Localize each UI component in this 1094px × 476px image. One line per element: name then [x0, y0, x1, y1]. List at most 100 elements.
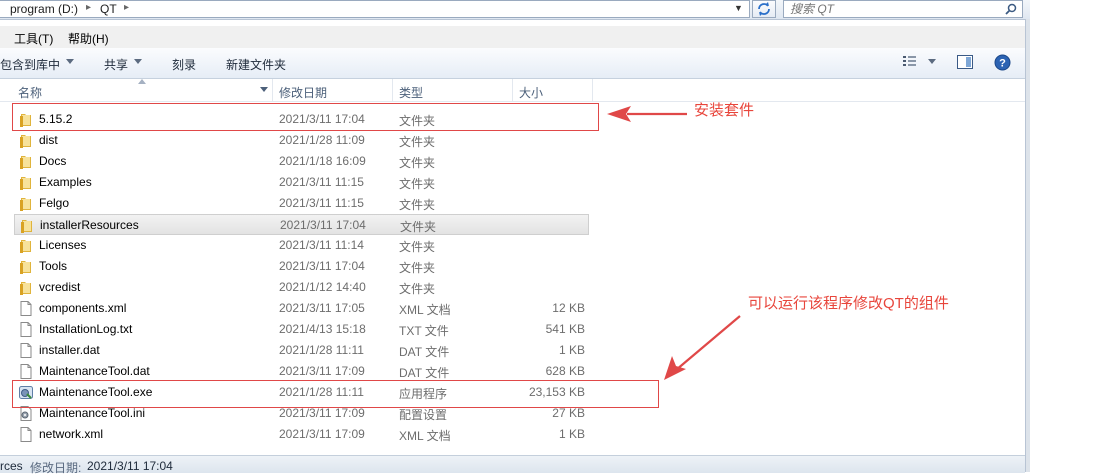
file-date: 2021/3/11 17:04	[279, 259, 365, 273]
file-size: 12 KB	[552, 301, 585, 315]
document-icon	[19, 364, 33, 379]
file-size: 27 KB	[552, 406, 585, 420]
file-name[interactable]: Felgo	[39, 196, 69, 210]
folder-icon	[19, 238, 33, 253]
folder-icon	[19, 259, 33, 274]
file-date: 2021/3/11 17:05	[279, 301, 365, 315]
file-row[interactable]: installerResources 2021/3/11 17:04 文件夹	[14, 214, 589, 235]
file-type: TXT 文件	[399, 324, 449, 338]
file-size: 1 KB	[558, 427, 585, 441]
file-type: 文件夹	[399, 156, 436, 170]
file-name[interactable]: MaintenanceTool.dat	[39, 364, 150, 378]
file-date: 2021/3/11 17:09	[279, 427, 365, 441]
column-name[interactable]: 名称	[18, 84, 42, 101]
file-name[interactable]: InstallationLog.txt	[39, 322, 132, 336]
file-row[interactable]: dist 2021/1/28 11:09 文件夹	[14, 130, 589, 151]
file-row[interactable]: network.xml 2021/3/11 17:09 XML 文档 1 KB	[14, 424, 589, 445]
file-type: 文件夹	[399, 240, 436, 254]
column-divider[interactable]	[512, 79, 513, 101]
file-type: XML 文档	[399, 303, 451, 317]
column-divider[interactable]	[392, 79, 393, 101]
settings-file-icon	[19, 406, 33, 421]
file-date: 2021/1/18 16:09	[279, 154, 366, 168]
file-row[interactable]: Licenses 2021/3/11 11:14 文件夹	[14, 235, 589, 256]
file-name[interactable]: installer.dat	[39, 343, 100, 357]
file-name[interactable]: Tools	[39, 259, 67, 273]
address-dropdown-icon[interactable]: ▼	[734, 3, 743, 13]
file-row[interactable]: Felgo 2021/3/11 11:15 文件夹	[14, 193, 589, 214]
search-box[interactable]	[783, 0, 1023, 18]
breadcrumb-separator-icon[interactable]: ▸	[124, 2, 129, 13]
file-row[interactable]: InstallationLog.txt 2021/4/13 15:18 TXT 文件…	[14, 319, 589, 340]
document-icon	[19, 427, 33, 442]
burn-button[interactable]: 刻录	[172, 56, 196, 73]
file-row[interactable]: MaintenanceTool.dat 2021/3/11 17:09 DAT 文件…	[14, 361, 589, 382]
file-date: 2021/3/11 17:09	[279, 406, 365, 420]
file-row[interactable]: Docs 2021/1/18 16:09 文件夹	[14, 151, 589, 172]
file-type: 文件夹	[400, 220, 437, 234]
file-name[interactable]: vcredist	[39, 280, 80, 294]
file-date: 2021/3/11 11:14	[279, 238, 364, 252]
menu-bar: 工具(T) 帮助(H)	[0, 26, 1030, 48]
chevron-down-icon[interactable]	[928, 59, 936, 64]
file-type: 文件夹	[399, 261, 436, 275]
chevron-down-icon[interactable]	[66, 59, 74, 64]
file-type: DAT 文件	[399, 345, 450, 359]
file-date: 2021/3/11 17:04	[280, 218, 366, 232]
search-icon[interactable]	[1005, 3, 1017, 15]
arrow-icon	[664, 315, 741, 380]
sort-ascending-icon	[138, 79, 146, 84]
column-type[interactable]: 类型	[399, 84, 423, 101]
file-row[interactable]: vcredist 2021/1/12 14:40 文件夹	[14, 277, 589, 298]
file-name[interactable]: installerResources	[40, 218, 139, 232]
file-name[interactable]: Docs	[39, 154, 66, 168]
file-type: XML 文档	[399, 429, 451, 443]
file-size: 628 KB	[545, 364, 585, 378]
include-in-library-button[interactable]: 包含到库中	[0, 56, 60, 73]
view-options-icon[interactable]	[902, 54, 918, 68]
column-size[interactable]: 大小	[519, 84, 543, 101]
file-name[interactable]: Licenses	[39, 238, 86, 252]
column-filter-icon[interactable]	[260, 87, 268, 92]
arrow-icon	[607, 106, 687, 122]
column-date[interactable]: 修改日期	[279, 84, 327, 101]
chevron-down-icon[interactable]	[134, 59, 142, 64]
highlight-box	[12, 103, 599, 131]
folder-icon	[20, 218, 34, 233]
file-size: 1 KB	[558, 343, 585, 357]
file-row[interactable]: installer.dat 2021/1/28 11:11 DAT 文件 1 KB	[14, 340, 589, 361]
breadcrumb-folder[interactable]: QT	[100, 2, 117, 16]
highlight-box	[12, 380, 659, 408]
file-row[interactable]: Tools 2021/3/11 17:04 文件夹	[14, 256, 589, 277]
menu-help[interactable]: 帮助(H)	[68, 30, 109, 47]
file-name[interactable]: dist	[39, 133, 58, 147]
preview-pane-icon[interactable]	[957, 54, 973, 70]
document-icon	[19, 301, 33, 316]
help-icon[interactable]: ?	[994, 54, 1011, 71]
status-modified-label: 修改日期:	[30, 461, 82, 475]
search-input[interactable]	[790, 2, 990, 16]
breadcrumb-drive[interactable]: program (D:)	[10, 2, 78, 16]
background-area	[1030, 0, 1094, 472]
file-type: 文件夹	[399, 198, 436, 212]
menu-tools[interactable]: 工具(T)	[14, 30, 53, 47]
share-button[interactable]: 共享	[104, 56, 128, 73]
file-name[interactable]: components.xml	[39, 301, 126, 315]
file-date: 2021/3/11 11:15	[279, 175, 364, 189]
column-divider[interactable]	[592, 79, 593, 101]
file-row[interactable]: Examples 2021/3/11 11:15 文件夹	[14, 172, 589, 193]
breadcrumb[interactable]: program (D:) ▸ QT ▸ ▼	[0, 0, 750, 18]
file-name[interactable]: MaintenanceTool.ini	[39, 406, 145, 420]
folder-icon	[19, 280, 33, 295]
refresh-button[interactable]	[752, 0, 776, 18]
file-row[interactable]: components.xml 2021/3/11 17:05 XML 文档 12 KB	[14, 298, 589, 319]
breadcrumb-separator-icon[interactable]: ▸	[86, 2, 91, 13]
file-date: 2021/1/28 11:09	[279, 133, 365, 147]
column-divider[interactable]	[272, 79, 273, 101]
folder-icon	[19, 154, 33, 169]
folder-icon	[19, 196, 33, 211]
file-name[interactable]: network.xml	[39, 427, 103, 441]
status-bar: rces 修改日期: 2021/3/11 17:04	[0, 455, 1025, 475]
file-name[interactable]: Examples	[39, 175, 92, 189]
new-folder-button[interactable]: 新建文件夹	[226, 56, 286, 73]
